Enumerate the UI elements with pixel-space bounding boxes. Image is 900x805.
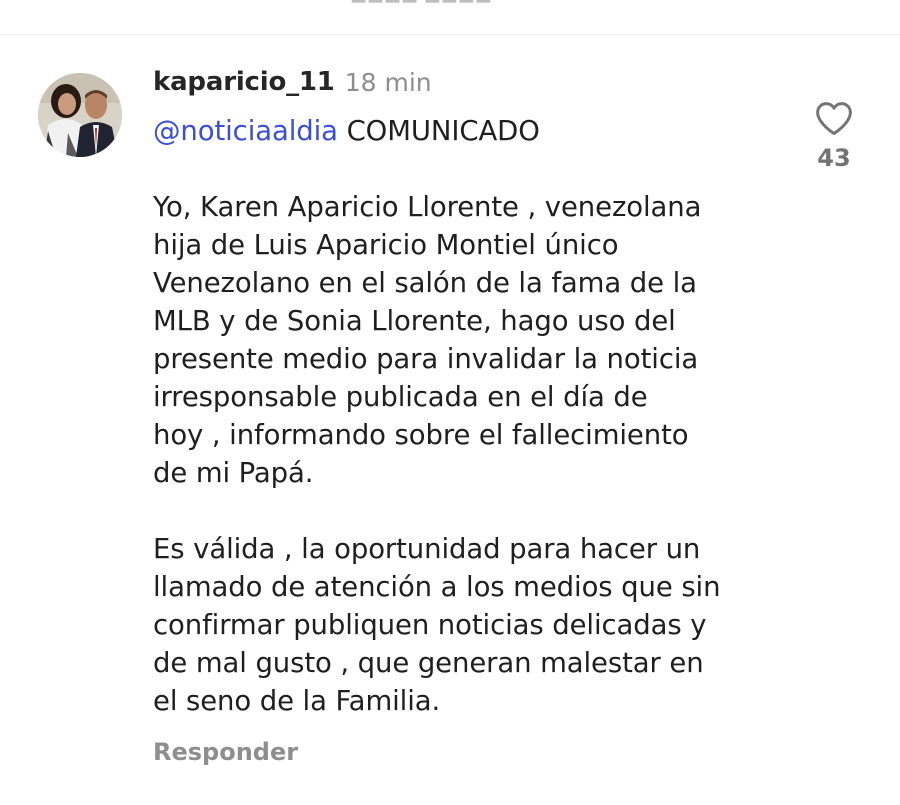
heart-outline-icon[interactable] [814, 100, 854, 136]
comment-timestamp: 18 min [344, 67, 432, 97]
username-link[interactable]: kaparicio_11 [153, 67, 335, 97]
comment-paragraph-1: Yo, Karen Aparicio Llorente , venezolana… [153, 191, 702, 489]
comment-title: COMUNICADO [337, 115, 540, 147]
comment-text: @noticiaaldia COMUNICADO Yo, Karen Apari… [153, 112, 793, 720]
like-area: 43 [808, 100, 860, 172]
comment-header: kaparicio_11 18 min [153, 62, 793, 102]
mention-link[interactable]: @noticiaaldia [153, 115, 338, 147]
comment-paragraph-2: Es válida , la oportunidad para hacer un… [153, 533, 721, 717]
reply-button[interactable]: Responder [153, 738, 298, 766]
cut-off-text: ▬▬▬▬ ▬▬▬▬ [350, 0, 550, 4]
avatar-photo [38, 73, 122, 157]
comment-body: kaparicio_11 18 min @noticiaaldia COMUNI… [153, 62, 793, 766]
previous-comment-edge: ▬▬▬▬ ▬▬▬▬ [0, 0, 900, 35]
avatar[interactable] [38, 73, 122, 157]
like-count: 43 [817, 144, 851, 172]
